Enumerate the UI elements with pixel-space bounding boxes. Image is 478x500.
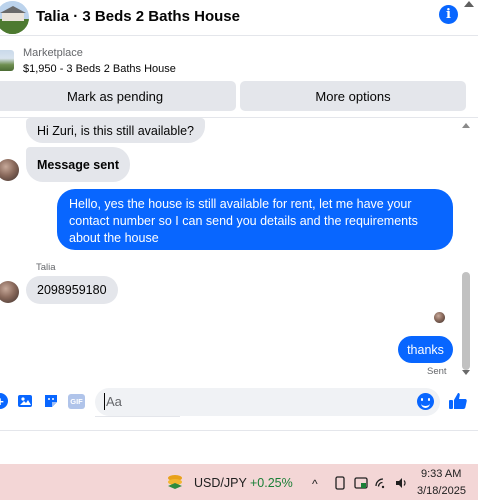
listing-title[interactable]: $1,950 - 3 Beds 2 Baths House (23, 63, 176, 75)
ticker-change[interactable]: +0.25% (250, 476, 293, 490)
emoji-icon[interactable] (417, 393, 434, 410)
app-bottom-area (0, 430, 478, 464)
sticker-icon[interactable] (43, 393, 59, 409)
more-options-button[interactable]: More options (240, 81, 466, 111)
listing-thumbnail[interactable] (0, 50, 14, 71)
chat-scrollbar-thumb[interactable] (462, 272, 470, 370)
page-scroll-up-arrow[interactable] (464, 1, 474, 7)
read-receipt-avatar (434, 312, 445, 323)
input-caret (104, 393, 105, 410)
chat-scroll-down-arrow[interactable] (462, 370, 470, 375)
plus-icon[interactable]: + (0, 393, 8, 409)
sender-avatar[interactable] (0, 281, 19, 303)
conversation-header: Talia · 3 Beds 2 Baths House i (0, 0, 478, 36)
message-incoming[interactable]: Hi Zuri, is this still available? (26, 118, 205, 143)
message-incoming[interactable]: 2098959180 (26, 276, 118, 304)
chat-scroll-up-arrow[interactable] (462, 123, 470, 128)
phone-link-icon[interactable] (333, 476, 347, 490)
message-incoming[interactable]: Message sent (26, 147, 130, 182)
message-outgoing[interactable]: thanks (398, 336, 453, 363)
wifi-icon[interactable] (374, 476, 388, 490)
composer-underline (95, 416, 180, 417)
photo-icon[interactable] (17, 393, 33, 409)
message-status: Sent (427, 366, 447, 377)
taskbar-date[interactable]: 3/18/2025 (417, 485, 466, 497)
ticker-name[interactable]: USD/JPY (194, 476, 247, 490)
marketplace-label: Marketplace (23, 47, 83, 59)
taskbar-time[interactable]: 9:33 AM (421, 468, 461, 480)
volume-icon[interactable] (394, 476, 408, 490)
info-icon[interactable]: i (439, 5, 458, 24)
sender-name: Talia (36, 262, 56, 273)
gif-icon[interactable]: GIF (68, 394, 85, 409)
message-input[interactable] (95, 388, 440, 416)
currency-ticker-icon[interactable] (165, 472, 185, 492)
conversation-avatar[interactable] (0, 1, 29, 34)
messenger-window: Talia · 3 Beds 2 Baths House i Marketpla… (0, 0, 478, 500)
message-input-placeholder[interactable]: Aa (106, 394, 122, 409)
tray-chevron-up-icon[interactable]: ^ (312, 477, 318, 491)
app-tray-icon[interactable] (354, 476, 368, 490)
sender-avatar[interactable] (0, 159, 19, 181)
message-outgoing[interactable]: Hello, yes the house is still available … (57, 189, 453, 250)
mark-as-pending-button[interactable]: Mark as pending (0, 81, 236, 111)
conversation-title[interactable]: Talia · 3 Beds 2 Baths House (36, 8, 240, 25)
thumbs-up-icon[interactable] (447, 390, 469, 412)
